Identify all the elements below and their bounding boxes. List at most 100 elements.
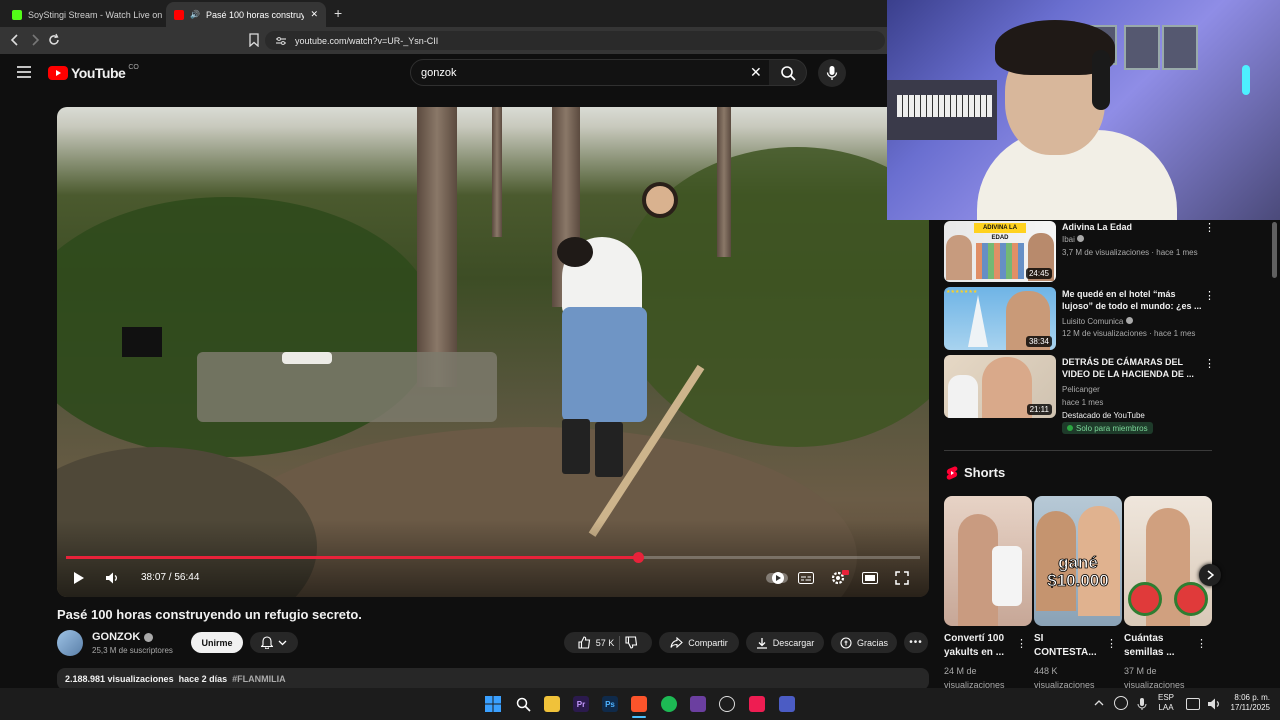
start-button[interactable] (485, 696, 501, 712)
app-icon[interactable] (690, 696, 706, 712)
region-code: CO (128, 63, 139, 71)
thanks-button[interactable]: Gracias (831, 632, 897, 653)
active-app-indicator (632, 716, 646, 718)
notifications-button[interactable] (250, 632, 298, 653)
piano-keys (897, 95, 992, 117)
volume-icon[interactable] (1206, 696, 1222, 712)
file-explorer-icon[interactable] (544, 696, 560, 712)
shorts-header: Shorts (946, 465, 1005, 480)
photoshop-icon[interactable]: Ps (602, 696, 618, 712)
members-dot-icon (1067, 425, 1073, 431)
settings-button[interactable] (829, 570, 849, 586)
autoplay-toggle[interactable] (766, 572, 788, 584)
recommendation-item[interactable]: ★★★★★★★ 38:34 Me quedé en el hotel “más … (944, 287, 1215, 351)
more-vert-icon[interactable]: ⋮ (1106, 637, 1117, 650)
keyboard-layout: LAA (1158, 703, 1174, 712)
view-count: 2.188.981 visualizaciones (65, 674, 174, 684)
bookmark-icon[interactable] (248, 33, 260, 47)
download-button[interactable]: Descargar (746, 632, 824, 653)
clear-search-icon[interactable]: ✕ (750, 64, 762, 81)
channel-name[interactable]: GONZOK (92, 631, 154, 643)
headphones (1092, 50, 1110, 110)
channel-name: Pelicanger (1062, 385, 1100, 394)
sidebar-scrollbar[interactable] (1272, 222, 1277, 278)
thumb-bottle (992, 546, 1022, 606)
app-icon[interactable] (779, 696, 795, 712)
microphone-icon[interactable] (1136, 696, 1148, 712)
more-vert-icon[interactable]: ⋮ (1204, 221, 1215, 234)
recommendation-item[interactable]: 21:11 DETRÁS DE CÁMARAS DEL VIDEO DE LA … (944, 355, 1215, 435)
system-clock[interactable]: 8:06 p. m. 17/11/2025 (1226, 693, 1270, 713)
play-icon (74, 572, 84, 584)
more-vert-icon[interactable]: ⋮ (1196, 637, 1207, 650)
autoplay-knob (772, 572, 784, 584)
more-actions-button[interactable]: ••• (904, 632, 928, 653)
chevron-up-icon[interactable] (1094, 699, 1104, 707)
obs-icon[interactable] (719, 696, 735, 712)
like-count: 57 K (595, 637, 615, 648)
search-input[interactable]: gonzok (410, 59, 770, 86)
input-language[interactable]: ESP LAA (1158, 693, 1174, 713)
join-button[interactable]: Unirme (191, 632, 243, 653)
featured-badge: Destacado de YouTube (1062, 411, 1145, 420)
bell-icon (261, 636, 273, 649)
thumbs-up-icon (578, 636, 590, 649)
progress-scrubber[interactable] (633, 552, 644, 563)
youtube-logo[interactable]: YouTube CO (48, 63, 139, 81)
verified-icon (1125, 317, 1133, 324)
speaker-icon: 🔊 (190, 10, 200, 19)
taskbar-search-button[interactable] (515, 696, 531, 712)
more-vert-icon[interactable]: ⋮ (1204, 357, 1215, 370)
shorts-next-button[interactable] (1199, 564, 1221, 586)
reload-icon[interactable] (47, 33, 61, 47)
tab-kick-stream[interactable]: SoyStingi Stream - Watch Live on Kick (4, 2, 162, 27)
channel-avatar[interactable] (57, 630, 83, 656)
short-title[interactable]: Cuántas semillas ... (1124, 632, 1196, 660)
forward-icon[interactable] (28, 33, 42, 47)
streamer-webcam (887, 0, 1280, 220)
more-vert-icon[interactable]: ⋮ (1204, 289, 1215, 302)
share-button[interactable]: Compartir (659, 632, 739, 653)
more-vert-icon[interactable]: ⋮ (1016, 637, 1027, 650)
site-settings-icon[interactable] (275, 35, 287, 47)
spotify-icon[interactable] (661, 696, 677, 712)
short-thumbnail[interactable]: gané $10.000 (1034, 496, 1122, 626)
video-thumbnail: ★★★★★★★ 38:34 (944, 287, 1056, 350)
network-icon[interactable] (1186, 698, 1200, 710)
autoplay-track (766, 572, 788, 584)
search-button[interactable] (769, 59, 807, 86)
tiktok-icon[interactable] (749, 696, 765, 712)
close-tab-icon[interactable]: ✕ (310, 9, 318, 20)
thumb-banner: ADIVINA LA EDAD (974, 223, 1026, 241)
channel-name: Luisito Comunica (1062, 317, 1133, 326)
premiere-icon[interactable]: Pr (573, 696, 589, 712)
windows-logo-icon (485, 696, 501, 712)
thumbs-down-icon[interactable] (625, 636, 638, 649)
short-thumbnail[interactable] (1124, 496, 1212, 626)
thumb-person (982, 357, 1032, 418)
play-button[interactable] (70, 570, 88, 586)
verified-icon (144, 632, 154, 642)
hashtag-link[interactable]: #FLANMILIA (232, 674, 286, 684)
sync-icon[interactable] (1114, 696, 1128, 710)
like-button[interactable]: 57 K (578, 636, 615, 649)
short-title[interactable]: SI CONTESTA... (1034, 632, 1106, 660)
short-overlay-text: gané $10.000 (1047, 553, 1109, 590)
mute-button[interactable] (103, 570, 121, 586)
back-icon[interactable] (8, 33, 22, 47)
recommendation-item[interactable]: ADIVINA LA EDAD 24:45 Adivina La Edad Ib… (944, 221, 1215, 283)
theater-icon (862, 572, 878, 584)
video-meta: 3,7 M de visualizaciones · hace 1 mes (1062, 248, 1198, 257)
chevron-down-icon (278, 640, 287, 645)
fullscreen-button[interactable] (893, 571, 911, 585)
tab-youtube-video[interactable]: 🔊 Pasé 100 horas construyendo un... ✕ (166, 2, 326, 27)
voice-search-button[interactable] (818, 59, 846, 87)
menu-icon[interactable] (17, 66, 31, 78)
short-title[interactable]: Convertí 100 yakults en ... (944, 632, 1016, 660)
brave-browser-icon[interactable] (631, 696, 647, 712)
new-tab-button[interactable]: + (334, 5, 342, 21)
subtitles-button[interactable] (797, 571, 815, 585)
theater-mode-button[interactable] (861, 571, 879, 585)
short-thumbnail[interactable] (944, 496, 1032, 626)
address-bar[interactable]: youtube.com/watch?v=UR-_Ysn-CII (265, 31, 885, 50)
